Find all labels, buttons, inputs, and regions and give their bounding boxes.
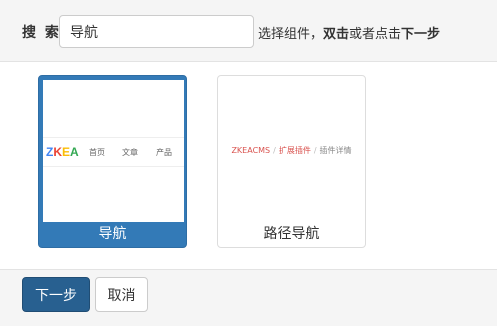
hint-text-2: 或者点击 <box>349 27 402 42</box>
hint-double-click: 双击 <box>323 27 350 42</box>
breadcrumb-item: 扩展插件 <box>278 146 311 155</box>
cancel-button[interactable]: 取消 <box>95 277 148 312</box>
search-label: 搜 索 <box>22 25 61 41</box>
widget-card-navigation[interactable]: ZKEA 首页 文章 产品 导航 <box>38 75 187 248</box>
hint-next-step: 下一步 <box>401 27 441 42</box>
breadcrumb-item-active: 插件详情 <box>319 146 352 155</box>
search-input[interactable] <box>59 15 254 48</box>
preview-nav-item: 首页 <box>89 148 105 157</box>
dialog-footer: 下一步 取消 <box>0 269 497 326</box>
widget-card-title: 导航 <box>98 226 127 242</box>
preview-nav-item: 产品 <box>156 148 172 157</box>
breadcrumb-preview: ZKEACMS / 扩展插件 / 插件详情 <box>221 79 362 221</box>
breadcrumb-separator: / <box>273 146 276 155</box>
widget-card-breadcrumb[interactable]: ZKEACMS / 扩展插件 / 插件详情 路径导航 <box>217 75 366 248</box>
zkea-logo: ZKEA <box>46 145 79 159</box>
preview-navbar: ZKEA 首页 文章 产品 <box>43 137 184 167</box>
breadcrumb-separator: / <box>313 146 317 155</box>
widget-card-title: 路径导航 <box>263 226 320 242</box>
preview-breadcrumb: ZKEACMS / 扩展插件 / 插件详情 <box>221 145 362 156</box>
hint-text-1: 选择组件， <box>258 27 324 42</box>
preview-nav-item: 文章 <box>122 148 138 157</box>
search-hint: 选择组件，双击或者点击下一步 <box>258 23 440 42</box>
breadcrumb-item: ZKEACMS <box>231 146 271 155</box>
search-bar: 搜 索 选择组件，双击或者点击下一步 <box>0 0 497 62</box>
next-step-button[interactable]: 下一步 <box>22 277 90 312</box>
widget-list: ZKEA 首页 文章 产品 导航 ZKEACMS / 扩展插件 / 插件详情 路径导航 <box>0 62 497 269</box>
navigation-preview: ZKEA 首页 文章 产品 <box>43 80 184 222</box>
